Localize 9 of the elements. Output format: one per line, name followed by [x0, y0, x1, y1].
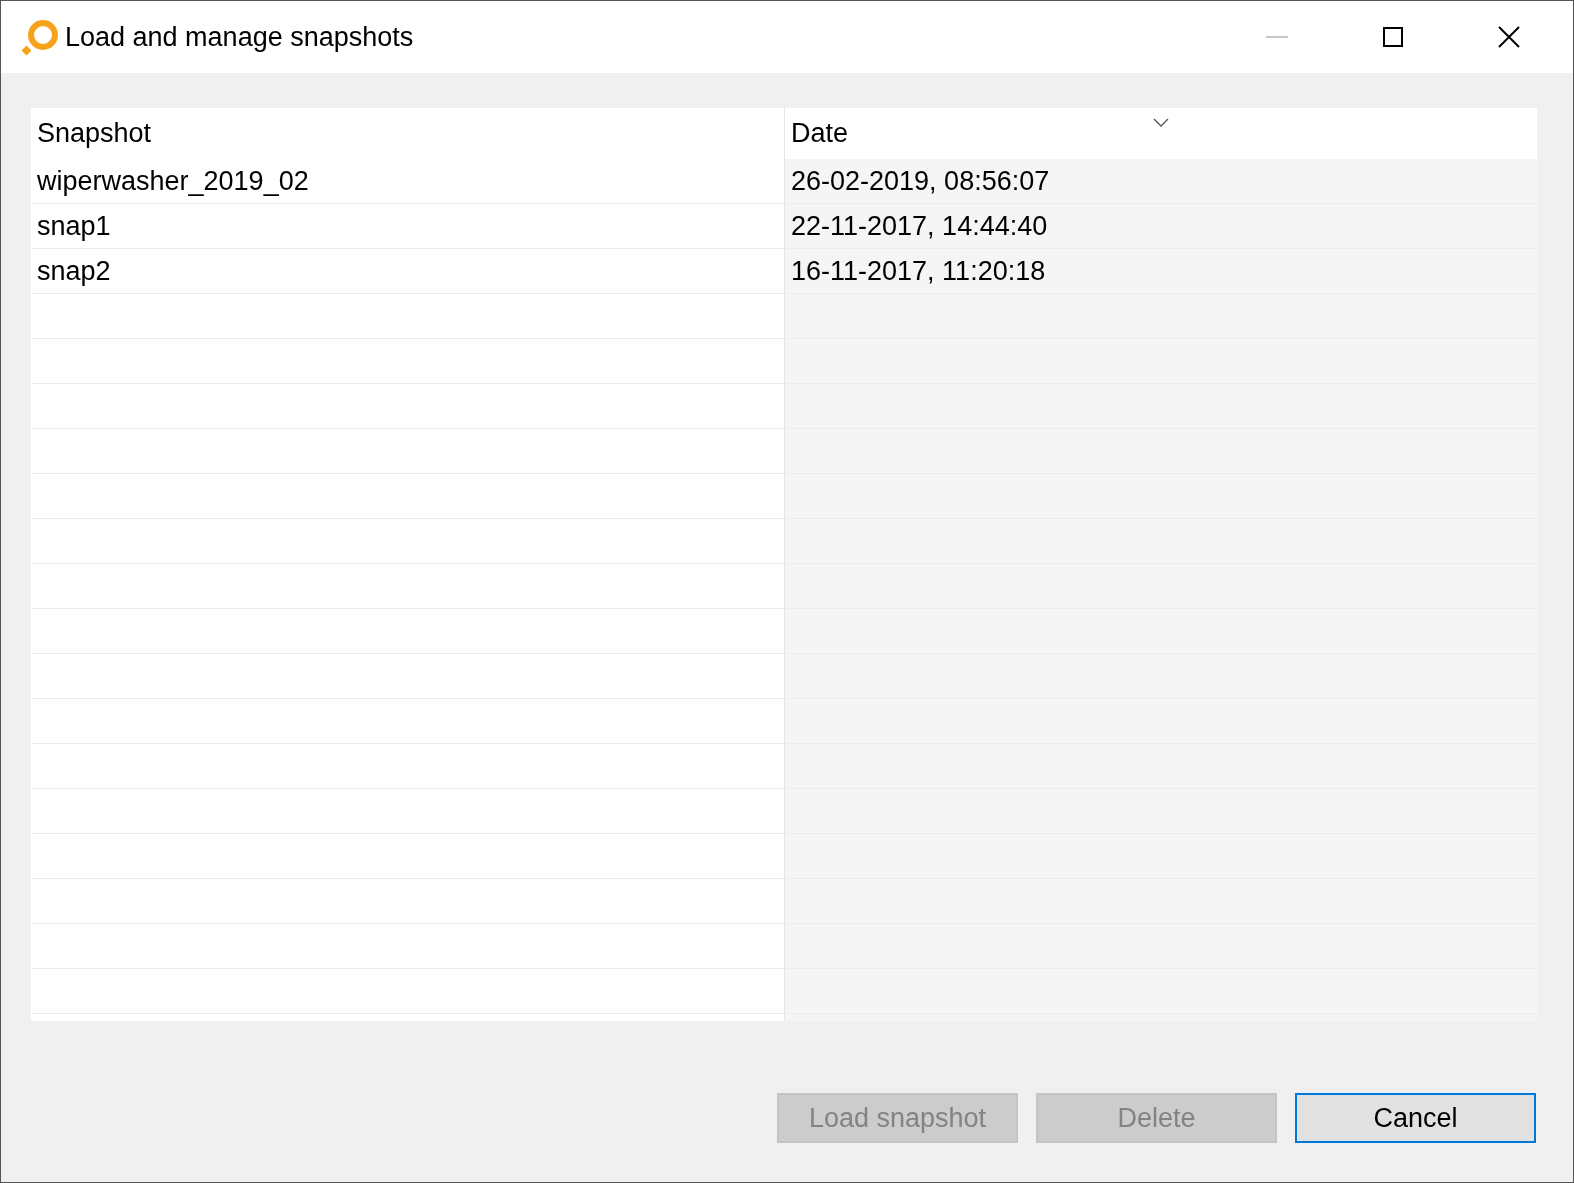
window-title: Load and manage snapshots [65, 20, 414, 54]
close-icon [1498, 26, 1520, 48]
app-logo-icon [21, 17, 61, 57]
table-cell: 16-11-2017, 11:20:18 [784, 249, 1537, 293]
dialog-button[interactable]: Cancel [1295, 1093, 1536, 1143]
table-cell: 26-02-2019, 08:56:07 [784, 159, 1537, 203]
minimize-icon [1266, 36, 1288, 38]
maximize-icon [1383, 27, 1403, 47]
table-cell: 22-11-2017, 14:44:40 [784, 204, 1537, 248]
